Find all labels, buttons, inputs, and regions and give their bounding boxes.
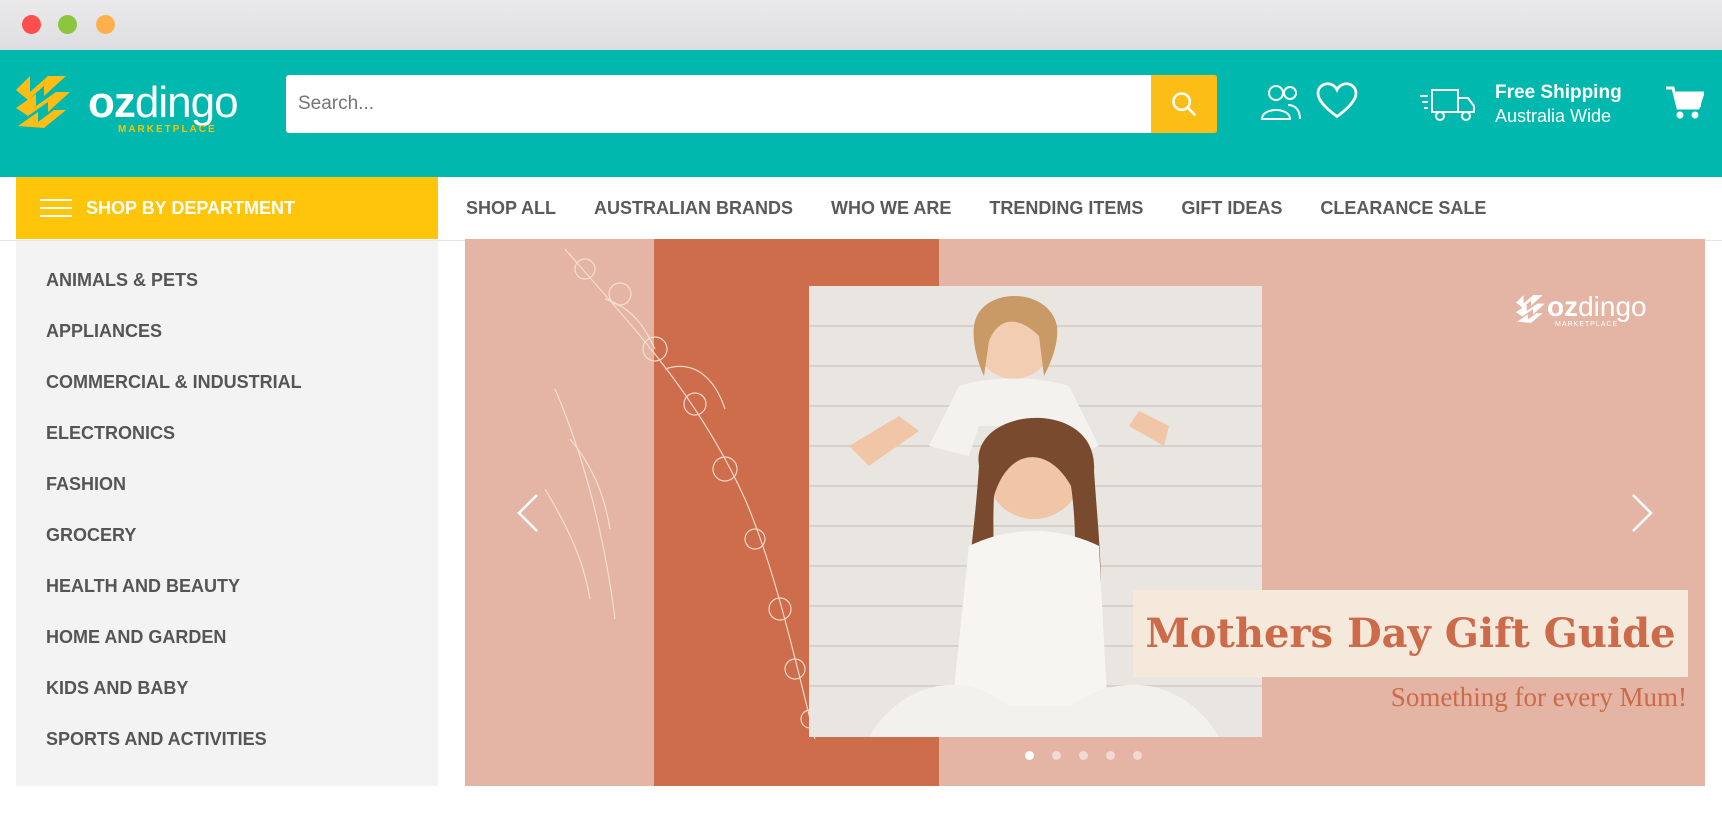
- department-appliances[interactable]: APPLIANCES: [16, 306, 438, 357]
- chevron-left-icon[interactable]: [513, 489, 543, 537]
- logo-subtitle: MARKETPLACE: [118, 124, 217, 135]
- department-fashion[interactable]: FASHION: [16, 459, 438, 510]
- floral-illustration: [545, 248, 820, 740]
- department-home-garden[interactable]: HOME AND GARDEN: [16, 612, 438, 663]
- department-electronics[interactable]: ELECTRONICS: [16, 408, 438, 459]
- main-nav: SHOP BY DEPARTMENT SHOP ALL AUSTRALIAN B…: [0, 177, 1722, 241]
- shipping-subtitle: Australia Wide: [1495, 106, 1612, 126]
- site-logo[interactable]: ozdingo MARKETPLACE: [14, 72, 259, 136]
- carousel-dot-3[interactable]: [1079, 751, 1088, 760]
- department-grocery[interactable]: GROCERY: [16, 510, 438, 561]
- banner-title-box: Mothers Day Gift Guide: [1133, 590, 1688, 677]
- hamburger-icon: [40, 199, 72, 217]
- search-button[interactable]: [1151, 75, 1217, 133]
- hero-carousel[interactable]: ozdingo MARKETPLACE Mothers Day Gift Gui…: [465, 239, 1705, 786]
- banner-subtitle: Something for every Mum!: [1390, 682, 1687, 712]
- search-bar: [286, 75, 1217, 133]
- banner-logo-light: dingo: [1578, 291, 1647, 322]
- department-label: SHOP BY DEPARTMENT: [86, 197, 296, 218]
- carousel-dot-4[interactable]: [1106, 751, 1115, 760]
- shop-by-department-button[interactable]: SHOP BY DEPARTMENT: [16, 177, 438, 239]
- nav-who-we-are[interactable]: WHO WE ARE: [831, 198, 951, 219]
- banner-title: Mothers Day Gift Guide: [1145, 610, 1676, 657]
- page: ozdingo MARKETPLACE Search... Free Shipp…: [0, 50, 1722, 823]
- nav-shop-all[interactable]: SHOP ALL: [466, 198, 556, 219]
- department-commercial-industrial[interactable]: COMMERCIAL & INDUSTRIAL: [16, 357, 438, 408]
- nav-gift-ideas[interactable]: GIFT IDEAS: [1181, 198, 1282, 219]
- department-sidebar: ANIMALS & PETS APPLIANCES COMMERCIAL & I…: [16, 241, 438, 786]
- department-animals-pets[interactable]: ANIMALS & PETS: [16, 255, 438, 306]
- nav-trending-items[interactable]: TRENDING ITEMS: [989, 198, 1143, 219]
- logo-text-bold: oz: [88, 78, 136, 127]
- department-kids-baby[interactable]: KIDS AND BABY: [16, 663, 438, 714]
- nav-links: SHOP ALL AUSTRALIAN BRANDS WHO WE ARE TR…: [466, 177, 1524, 239]
- logo-mark-icon: [16, 76, 70, 128]
- cart-icon[interactable]: [1666, 86, 1704, 120]
- department-sports-activities[interactable]: SPORTS AND ACTIVITIES: [16, 714, 438, 765]
- banner-logo-mark-icon: [1516, 294, 1545, 323]
- department-health-beauty[interactable]: HEALTH AND BEAUTY: [16, 561, 438, 612]
- minimize-window-button[interactable]: [96, 15, 115, 34]
- browser-window: ozdingo MARKETPLACE Search... Free Shipp…: [0, 0, 1722, 823]
- window-titlebar: [0, 0, 1722, 50]
- maximize-window-button[interactable]: [58, 15, 77, 34]
- free-shipping-banner: Free Shipping Australia Wide: [1495, 82, 1622, 127]
- logo-text: ozdingo: [88, 78, 239, 128]
- chevron-right-icon[interactable]: [1627, 489, 1657, 537]
- banner-logo-bold: oz: [1547, 291, 1579, 322]
- heart-icon[interactable]: [1316, 82, 1358, 120]
- shipping-title: Free Shipping: [1495, 82, 1622, 103]
- carousel-dot-5[interactable]: [1133, 751, 1142, 760]
- carousel-dot-2[interactable]: [1052, 751, 1061, 760]
- banner-logo: ozdingo MARKETPLACE: [1515, 291, 1647, 328]
- account-icon[interactable]: [1258, 83, 1304, 123]
- site-header: ozdingo MARKETPLACE Search... Free Shipp…: [0, 50, 1722, 177]
- truck-icon: [1420, 89, 1475, 121]
- department-list: ANIMALS & PETS APPLIANCES COMMERCIAL & I…: [16, 241, 438, 765]
- nav-clearance-sale[interactable]: CLEARANCE SALE: [1320, 198, 1486, 219]
- carousel-dots: [1025, 751, 1160, 760]
- carousel-dot-1[interactable]: [1025, 751, 1034, 760]
- close-window-button[interactable]: [22, 15, 41, 34]
- search-input[interactable]: [286, 75, 1158, 133]
- logo-text-light: dingo: [134, 78, 239, 127]
- nav-australian-brands[interactable]: AUSTRALIAN BRANDS: [594, 198, 793, 219]
- search-icon: [1172, 92, 1196, 116]
